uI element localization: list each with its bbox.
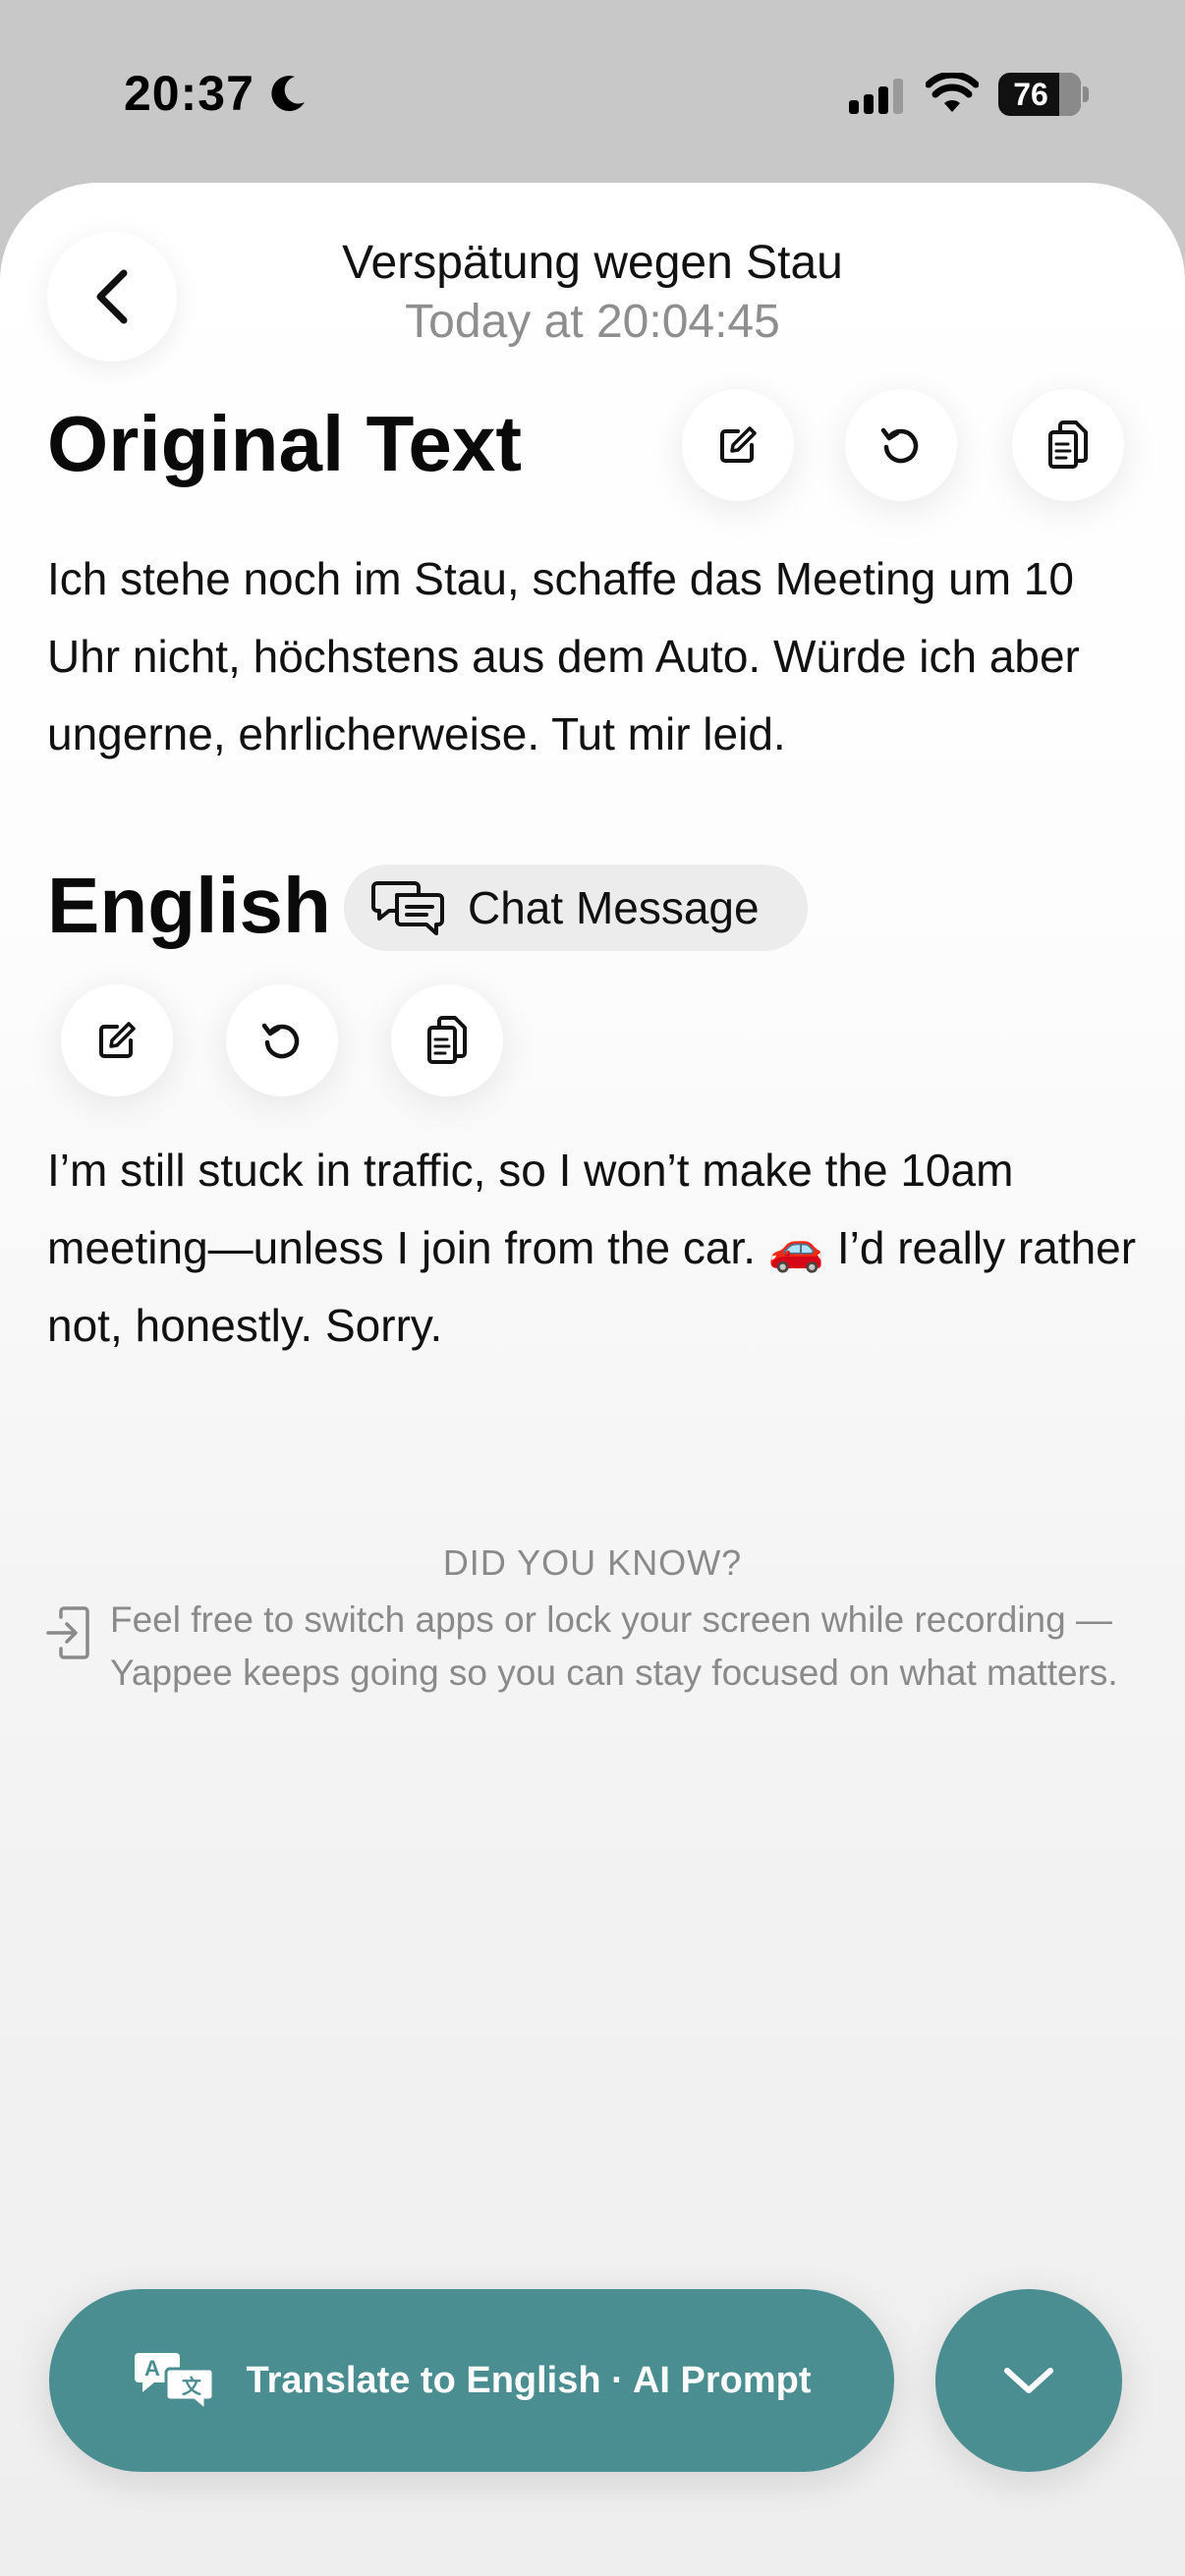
copy-icon [1048,420,1088,469]
status-bar: 20:37 76 [0,0,1185,187]
page-title: Verspätung wegen Stau [342,237,843,289]
regenerate-translation-button[interactable] [226,984,338,1096]
expand-options-button[interactable] [935,2289,1122,2472]
wifi-icon [926,73,979,112]
did-you-know-text: Feel free to switch apps or lock your sc… [110,1599,1118,1693]
edit-icon [720,426,757,463]
original-text-heading: Original Text [47,400,523,487]
detail-sheet: Verspätung wegen Stau Today at 20:04:45 … [0,183,1185,2576]
message-type-label: Chat Message [468,882,760,933]
edit-translation-button[interactable] [61,984,173,1096]
regenerate-original-button[interactable] [845,389,957,501]
battery-level: 76 [1013,77,1048,112]
translate-prompt-label: Translate to English · AI Prompt [246,2359,812,2401]
edit-icon [99,1022,136,1058]
refresh-icon [261,1023,300,1059]
copy-translation-button[interactable] [391,984,503,1096]
chevron-down-icon [1004,2368,1053,2393]
translate-icon: A 文 [134,2353,214,2412]
translation-heading: English [47,862,331,949]
original-text-body: Ich stehe noch im Stau, schaffe das Meet… [47,553,1080,759]
message-type-chip[interactable]: Chat Message [344,865,808,951]
moon-icon [271,76,305,112]
battery-nub [1083,86,1089,102]
svg-text:文: 文 [182,2375,202,2398]
copy-original-button[interactable] [1012,389,1124,501]
copy-icon [427,1016,467,1064]
edit-original-button[interactable] [682,389,794,501]
chat-bubbles-icon [371,881,444,935]
status-time: 20:37 [124,66,254,121]
refresh-icon [880,427,919,464]
cellular-signal-icon [849,79,903,114]
did-you-know-title: DID YOU KNOW? [442,1542,743,1583]
svg-text:A: A [144,2356,160,2380]
page-timestamp: Today at 20:04:45 [405,296,780,348]
enter-app-icon [46,1606,89,1659]
translate-prompt-button[interactable]: A 文 Translate to English · AI Prompt [49,2289,894,2472]
translation-text-body: I’m still stuck in traffic, so I won’t m… [47,1145,1137,1351]
battery-icon: 76 [998,73,1081,116]
